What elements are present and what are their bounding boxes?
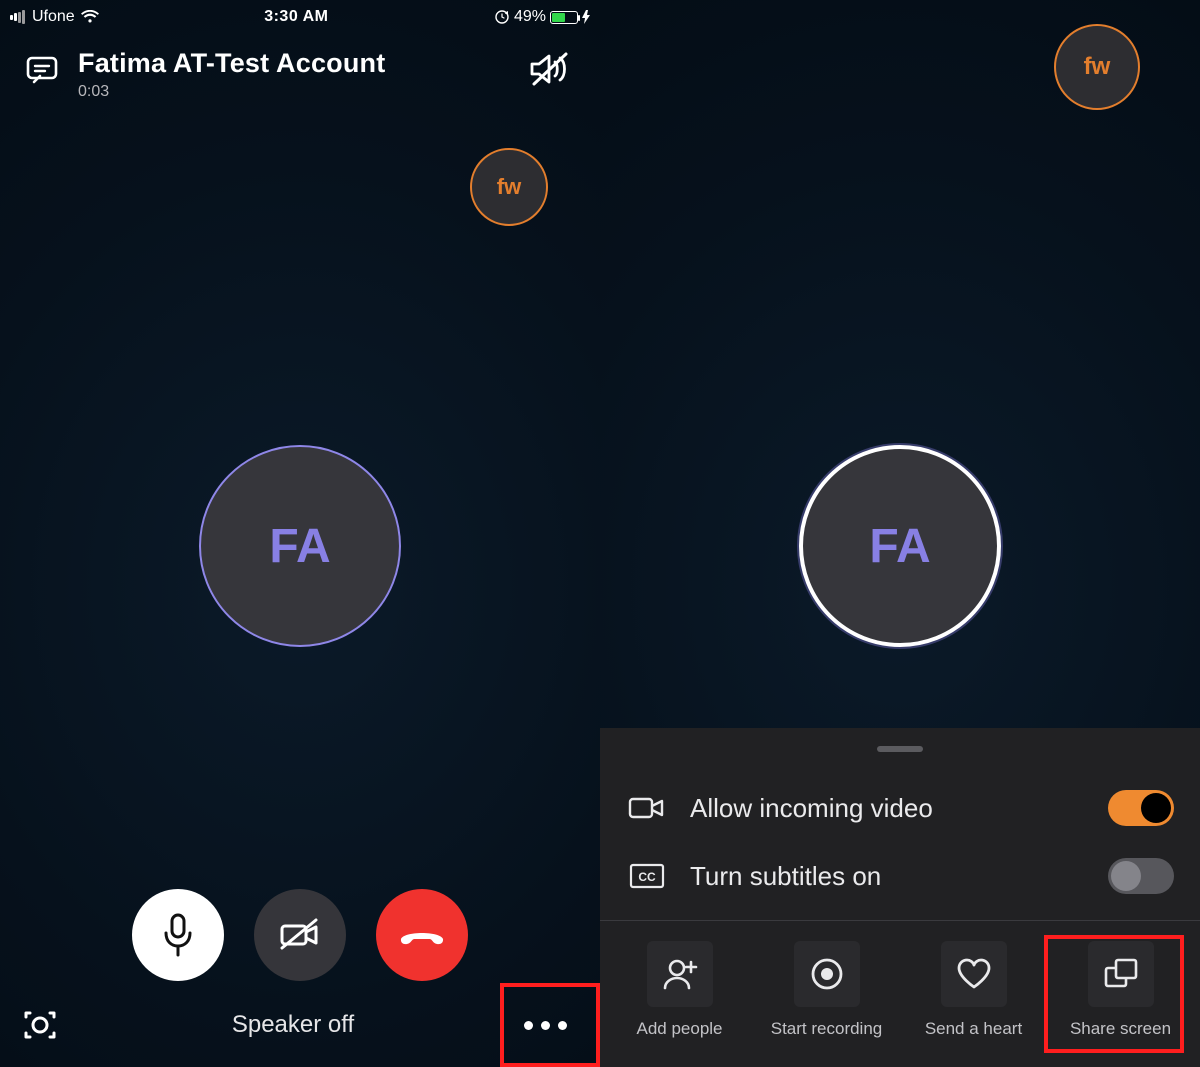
video-icon: [626, 794, 668, 822]
camera-off-button[interactable]: [254, 889, 346, 981]
call-header: Fatima AT-Test Account 0:03: [0, 34, 600, 111]
divider: [600, 920, 1200, 921]
add-people-icon: [647, 941, 713, 1007]
contact-name: Fatima AT-Test Account: [78, 48, 510, 79]
ios-status-bar: Ufone 3:30 AM 49%: [0, 0, 600, 34]
remote-participant-avatar: FA: [799, 445, 1001, 647]
self-video-avatar[interactable]: fw: [470, 148, 548, 226]
more-options-sheet: Allow incoming video CC Turn subtitles o…: [600, 728, 1200, 1067]
share-screen-label: Share screen: [1070, 1019, 1171, 1039]
speaker-off-toast: Speaker off: [78, 1011, 508, 1039]
call-screen-right: fw FA Allow incoming video CC Turn subti…: [600, 0, 1200, 1067]
self-avatar-initials: fw: [1084, 53, 1111, 81]
send-heart-action[interactable]: Send a heart: [900, 935, 1047, 1045]
share-screen-action[interactable]: Share screen: [1047, 935, 1194, 1045]
send-heart-label: Send a heart: [925, 1019, 1022, 1039]
speaker-muted-icon[interactable]: [528, 48, 576, 88]
end-call-button[interactable]: [376, 889, 468, 981]
record-icon: [794, 941, 860, 1007]
heart-icon: [941, 941, 1007, 1007]
clock: 3:30 AM: [99, 8, 494, 26]
sheet-grabber[interactable]: [877, 746, 923, 752]
subtitles-label: Turn subtitles on: [690, 861, 1086, 892]
turn-subtitles-row: CC Turn subtitles on: [600, 842, 1200, 910]
remote-participant-avatar: FA: [199, 445, 401, 647]
signal-icon: [10, 10, 26, 24]
camera-swap-button[interactable]: [18, 1003, 78, 1047]
actions-row: Add people Start recording Send a heart: [600, 935, 1200, 1045]
cc-icon: CC: [626, 862, 668, 890]
call-duration: 0:03: [78, 83, 510, 101]
subtitles-toggle[interactable]: [1108, 858, 1174, 894]
bottom-bar: Speaker off: [0, 983, 600, 1067]
call-controls: [132, 889, 468, 981]
remote-avatar-initials: FA: [869, 519, 930, 574]
allow-video-toggle[interactable]: [1108, 790, 1174, 826]
battery-icon: [550, 11, 578, 24]
self-video-avatar[interactable]: fw: [1054, 24, 1140, 110]
start-recording-label: Start recording: [771, 1019, 883, 1039]
more-options-button[interactable]: [508, 988, 582, 1062]
charging-bolt-icon: [582, 10, 590, 24]
start-recording-action[interactable]: Start recording: [753, 935, 900, 1045]
remote-avatar-initials: FA: [269, 519, 330, 574]
chat-icon[interactable]: [24, 48, 60, 88]
allow-video-label: Allow incoming video: [690, 793, 1086, 824]
share-screen-icon: [1088, 941, 1154, 1007]
rotation-lock-icon: [494, 9, 510, 25]
add-people-label: Add people: [636, 1019, 722, 1039]
microphone-button[interactable]: [132, 889, 224, 981]
battery-pct: 49%: [514, 8, 546, 26]
carrier-label: Ufone: [32, 8, 75, 26]
call-screen-left: Ufone 3:30 AM 49% Fa: [0, 0, 600, 1067]
wifi-icon: [81, 10, 99, 24]
self-avatar-initials: fw: [497, 174, 521, 200]
svg-text:CC: CC: [638, 870, 656, 884]
add-people-action[interactable]: Add people: [606, 935, 753, 1045]
allow-incoming-video-row: Allow incoming video: [600, 774, 1200, 842]
